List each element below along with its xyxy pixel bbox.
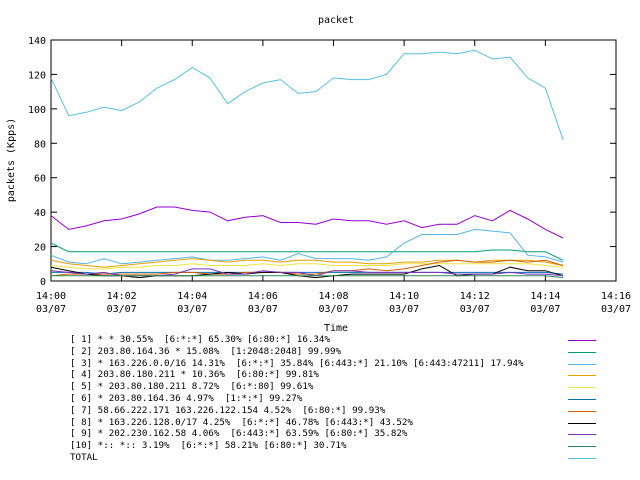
legend-swatch [568,422,596,424]
legend-entry: [ 3] * 163.226.0.0/16 14.31% [6:*:*] 35.… [70,358,610,370]
x-tick-label-date: 03/07 [460,304,490,315]
legend-swatch [568,351,596,353]
legend-label: [ 1] * * 30.55% [6:*:*] 65.30% [6:80:*] … [70,334,330,345]
x-axis-label: Time [324,323,348,334]
legend-swatch [568,434,596,436]
y-axis-label: packets (Kpps) [6,118,17,202]
legend-label: [ 9] * 202.230.162.58 4.06% [6:443:*] 63… [70,428,408,440]
x-tick-label-date: 03/07 [318,304,348,315]
y-tick-label: 40 [34,208,46,219]
legend-label: [ 6] * 203.80.164.36 4.97% [1:*:*] 99.27… [70,392,303,404]
series-line-3 [50,228,564,265]
series-line-2 [50,242,564,261]
y-axis: 0 20 40 60 80 100 120 140 [28,36,616,288]
x-tick-label-date: 03/07 [36,304,66,315]
y-tick-label: 0 [40,277,46,288]
x-tick-label-date: 03/07 [177,304,207,315]
legend-entry: [ 4] 203.80.180.211 * 10.36% [6:80:*] 99… [70,369,610,381]
legend-entry: [10] *:: *:: 3.19% [6:*:*] 58.21% [6:80:… [70,440,610,452]
x-tick-label-date: 03/07 [601,304,631,315]
x-tick-label-time: 14:04 [177,291,207,302]
x-tick-label-date: 03/07 [107,304,137,315]
x-tick-label-time: 14:08 [318,291,348,302]
legend-swatch [568,446,596,448]
legend-label: [ 7] 58.66.222.171 163.226.122.154 4.52%… [70,404,386,416]
legend-label: TOTAL [70,451,98,463]
legend-label: [ 5] * 203.80.180.211 8.72% [6:*:80] 99.… [70,381,314,393]
legend-label: [10] *:: *:: 3.19% [6:*:*] 58.21% [6:80:… [70,440,347,452]
legend-label: [ 3] * 163.226.0.0/16 14.31% [6:*:*] 35.… [70,357,524,369]
series-line-7 [50,259,564,277]
legend-entry: [ 1] * * 30.55% [6:*:*] 65.30% [6:80:*] … [70,334,610,346]
plot-frame [50,39,617,282]
legend-swatch [568,363,596,365]
x-tick-label-date: 03/07 [389,304,419,315]
legend-entry: [ 5] * 203.80.180.211 8.72% [6:*:80] 99.… [70,381,610,393]
y-tick-label: 20 [34,243,46,254]
y-tick-label: 80 [34,139,46,150]
y-tick-label: 100 [28,105,46,116]
x-tick-label-time: 14:10 [389,291,419,302]
legend-entry: [ 8] * 163.226.128.0/17 4.25% [6:*:*] 46… [70,417,610,429]
x-tick-label-time: 14:06 [248,291,278,302]
legend-label: [ 4] 203.80.180.211 * 10.36% [6:80:*] 99… [70,369,319,381]
legend-entry: [ 2] 203.80.164.36 * 15.08% [1:2048:2048… [70,346,610,358]
legend-entry: [ 7] 58.66.222.171 163.226.122.154 4.52%… [70,405,610,417]
legend-entry: [ 6] * 203.80.164.36 4.97% [1:*:*] 99.27… [70,393,610,405]
legend-swatch [568,387,596,389]
legend-swatch [568,375,596,377]
x-tick-label-date: 03/07 [530,304,560,315]
x-tick-label-date: 03/07 [248,304,278,315]
y-tick-label: 60 [34,174,46,185]
legend: [ 1] * * 30.55% [6:*:*] 65.30% [6:80:*] … [70,334,610,464]
x-tick-label-time: 14:00 [36,291,66,302]
y-tick-label: 140 [28,36,46,47]
legend-label: [ 8] * 163.226.128.0/17 4.25% [6:*:*] 46… [70,416,413,428]
legend-label: [ 2] 203.80.164.36 * 15.08% [1:2048:2048… [70,345,342,357]
series-lines [50,49,564,279]
legend-swatch [568,457,596,459]
x-tick-label-time: 14:02 [107,291,137,302]
legend-swatch [568,410,596,412]
series-line-11 [50,49,564,140]
x-tick-label-time: 14:16 [601,291,631,302]
legend-swatch [568,340,596,341]
legend-entry: TOTAL [70,452,610,464]
legend-entry: [ 9] * 202.230.162.58 4.06% [6:443:*] 63… [70,428,610,440]
y-tick-label: 120 [28,70,46,81]
chart-title: packet [318,15,354,26]
legend-swatch [568,398,596,400]
series-line-1 [50,206,564,239]
x-tick-label-time: 14:12 [460,291,490,302]
x-tick-label-time: 14:14 [530,291,560,302]
